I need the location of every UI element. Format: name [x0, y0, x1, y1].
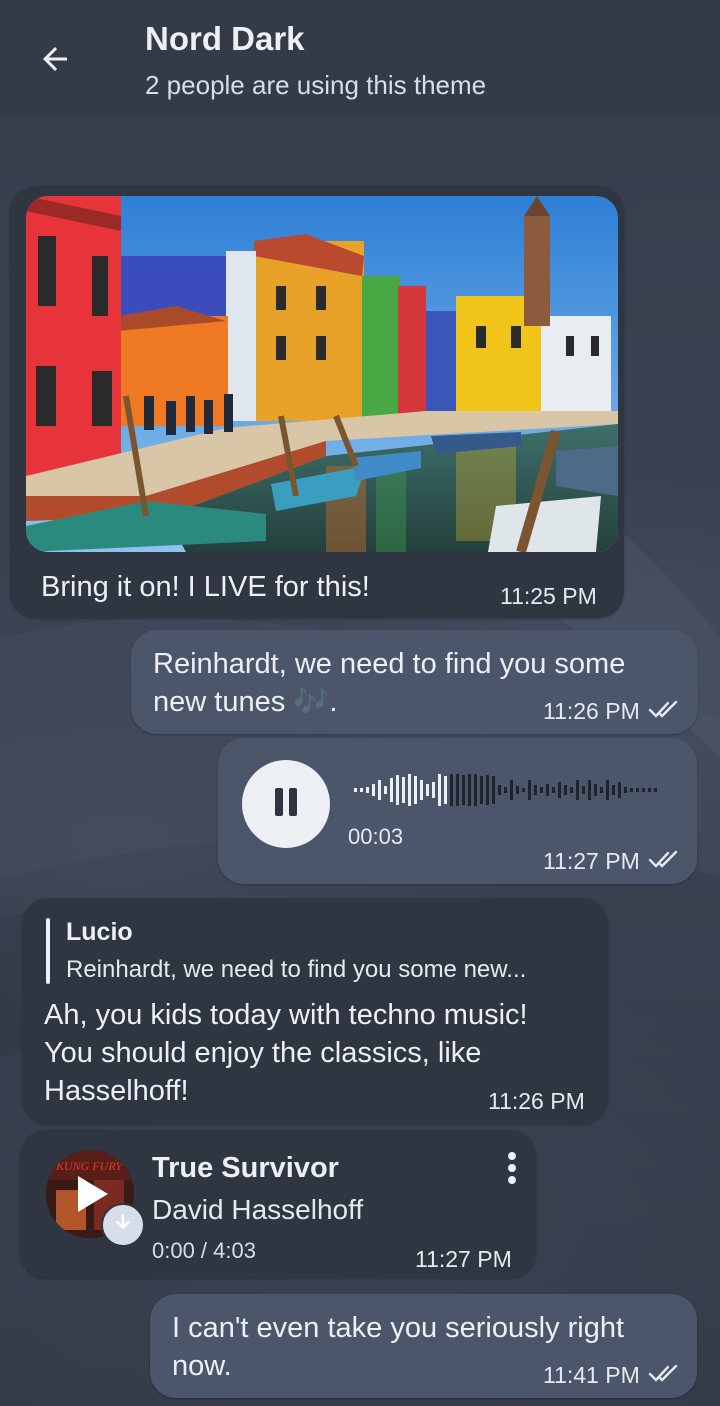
message-text-line2: now. [172, 1350, 232, 1382]
message-time: 11:26 PM [543, 698, 682, 725]
message-time: 11:25 PM [500, 583, 597, 609]
message-text: Bring it on! I LIVE for this! [41, 571, 370, 603]
pause-button[interactable] [242, 760, 330, 848]
voice-message[interactable]: 00:03 11:27 PM [218, 738, 697, 884]
message-time: 11:27 PM [543, 848, 682, 875]
photo-message[interactable]: Bring it on! I LIVE for this! 11:25 PM [10, 186, 624, 618]
double-check-icon [648, 1362, 682, 1389]
message-photo[interactable] [26, 196, 618, 552]
message-text-line2: You should enjoy the classics, like [44, 1037, 482, 1069]
reply-preview[interactable]: Reinhardt, we need to find you some new.… [66, 956, 526, 984]
message-text-line1: I can't even take you seriously right [172, 1312, 625, 1344]
message-text-line1: Ah, you kids today with techno music! [44, 999, 528, 1031]
track-progress: 0:00 / 4:03 [152, 1238, 256, 1263]
message-text-line2: new tunes 🎶. [153, 686, 338, 718]
reply-author[interactable]: Lucio [66, 918, 133, 947]
download-button[interactable] [101, 1203, 145, 1247]
music-message[interactable]: KUNG FURY True Survivor David Hasselhoff… [20, 1130, 536, 1278]
back-arrow-icon [37, 41, 73, 82]
more-options-button[interactable] [498, 1150, 526, 1190]
back-button[interactable] [28, 36, 82, 86]
download-icon [112, 1212, 134, 1239]
voice-duration: 00:03 [348, 824, 404, 849]
message-time: 11:26 PM [488, 1088, 585, 1114]
svg-text:KUNG FURY: KUNG FURY [55, 1159, 123, 1173]
outgoing-message[interactable]: Reinhardt, we need to find you some new … [131, 630, 698, 734]
message-time: 11:41 PM [543, 1362, 682, 1389]
theme-usage-subtitle: 2 people are using this theme [145, 70, 487, 100]
message-text-line3: Hasselhoff! [44, 1075, 189, 1107]
double-check-icon [648, 698, 682, 725]
track-title: True Survivor [152, 1152, 339, 1184]
pause-icon [272, 786, 300, 823]
track-artist: David Hasselhoff [152, 1194, 364, 1225]
audio-waveform[interactable] [352, 772, 672, 813]
chat-header: Nord Dark 2 people are using this theme [0, 0, 720, 118]
reply-message[interactable]: Lucio Reinhardt, we need to find you som… [22, 898, 608, 1124]
theme-title: Nord Dark [145, 20, 305, 57]
more-vert-icon [507, 1151, 517, 1190]
outgoing-message[interactable]: I can't even take you seriously right no… [150, 1294, 697, 1398]
reply-indicator [46, 918, 50, 984]
double-check-icon [648, 848, 682, 875]
message-time: 11:27 PM [415, 1246, 512, 1272]
message-text-line1: Reinhardt, we need to find you some [153, 648, 626, 680]
